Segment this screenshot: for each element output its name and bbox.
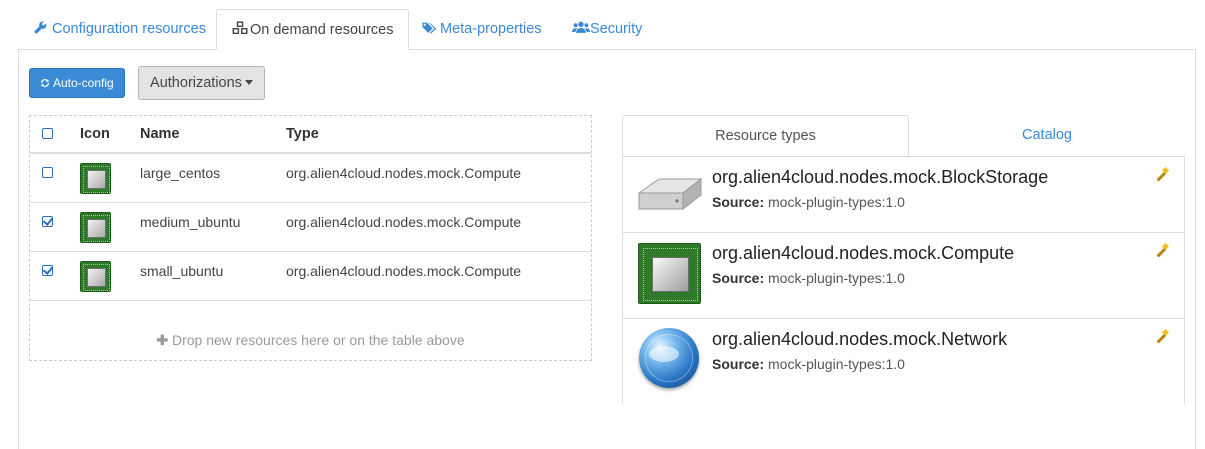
source-label: Source: [712, 270, 765, 286]
tab-configuration-resources[interactable]: Configuration resources [19, 9, 221, 50]
list-item[interactable]: org.alien4cloud.nodes.mock.Network Sourc… [623, 318, 1184, 404]
tab-label: Resource types [715, 128, 816, 144]
wrench-icon [34, 10, 50, 50]
tab-resource-types[interactable]: Resource types [622, 115, 909, 157]
compute-chip-icon [80, 261, 111, 292]
resource-type-source: Source: mock-plugin-types:1.0 [712, 194, 905, 210]
tab-security[interactable]: Security [557, 9, 657, 50]
magic-wand-icon[interactable] [1155, 330, 1169, 344]
magic-wand-icon[interactable] [1155, 168, 1169, 182]
tab-label: Catalog [1022, 127, 1072, 143]
tab-label: On demand resources [250, 22, 394, 38]
block-storage-icon [637, 171, 703, 215]
resource-type-source: Source: mock-plugin-types:1.0 [712, 270, 905, 286]
tab-label: Meta-properties [440, 21, 542, 37]
compute-chip-icon [638, 243, 701, 304]
auto-config-label: Auto-config [52, 76, 114, 90]
row-name: medium_ubuntu [140, 214, 241, 230]
table-row[interactable]: medium_ubuntu org.alien4cloud.nodes.mock… [30, 203, 591, 252]
top-tabs: Configuration resources On demand resour… [0, 0, 1205, 50]
row-type: org.alien4cloud.nodes.mock.Compute [286, 263, 522, 279]
tags-icon [422, 10, 438, 50]
network-globe-icon [639, 328, 699, 388]
source-value: mock-plugin-types:1.0 [768, 194, 905, 210]
row-type: org.alien4cloud.nodes.mock.Compute [286, 165, 522, 181]
authorizations-label: Authorizations [150, 75, 242, 91]
row-checkbox[interactable] [42, 216, 53, 227]
row-name: small_ubuntu [140, 263, 224, 279]
drop-hint: ✚ Drop new resources here or on the tabl… [30, 332, 591, 349]
cubes-icon [232, 11, 248, 51]
authorizations-dropdown-button[interactable]: Authorizations [138, 66, 265, 100]
magic-wand-icon[interactable] [1155, 244, 1169, 258]
select-all-checkbox[interactable] [42, 128, 53, 139]
resource-source-tabs: Resource types Catalog [622, 115, 1185, 157]
refresh-icon [40, 76, 53, 90]
source-label: Source: [712, 194, 765, 210]
users-icon [572, 10, 590, 50]
row-checkbox[interactable] [42, 265, 53, 276]
source-value: mock-plugin-types:1.0 [768, 356, 905, 372]
resource-type-title: org.alien4cloud.nodes.mock.Compute [712, 243, 1015, 263]
table-row[interactable]: large_centos org.alien4cloud.nodes.mock.… [30, 154, 591, 203]
plus-icon: ✚ [156, 332, 169, 348]
source-value: mock-plugin-types:1.0 [768, 270, 905, 286]
resource-type-title: org.alien4cloud.nodes.mock.Network [712, 329, 1008, 349]
tab-on-demand-resources[interactable]: On demand resources [216, 9, 410, 51]
list-item[interactable]: org.alien4cloud.nodes.mock.Compute Sourc… [623, 232, 1184, 308]
compute-chip-icon [80, 212, 111, 243]
compute-chip-icon [80, 163, 111, 194]
row-type: org.alien4cloud.nodes.mock.Compute [286, 214, 522, 230]
list-item[interactable]: org.alien4cloud.nodes.mock.BlockStorage … [623, 156, 1184, 232]
row-name: large_centos [140, 165, 221, 181]
tab-label: Configuration resources [52, 21, 206, 37]
header-name: Name [140, 126, 180, 142]
table-row[interactable]: small_ubuntu org.alien4cloud.nodes.mock.… [30, 252, 591, 301]
resource-type-title: org.alien4cloud.nodes.mock.BlockStorage [712, 167, 1049, 187]
row-checkbox[interactable] [42, 167, 53, 178]
source-label: Source: [712, 356, 765, 372]
tab-label: Security [590, 21, 643, 37]
caret-down-icon [244, 80, 253, 85]
tab-meta-properties[interactable]: Meta-properties [407, 9, 557, 50]
resources-table-dropzone[interactable]: Icon Name Type large_centos org.alien4cl… [29, 115, 592, 361]
table-header: Icon Name Type [30, 116, 591, 154]
header-type: Type [286, 126, 319, 142]
tab-catalog[interactable]: Catalog [909, 115, 1185, 157]
drop-hint-text: Drop new resources here or on the table … [172, 332, 465, 348]
resource-type-source: Source: mock-plugin-types:1.0 [712, 356, 905, 372]
resource-types-list: org.alien4cloud.nodes.mock.BlockStorage … [622, 156, 1185, 404]
auto-config-button[interactable]: Auto-config [29, 68, 125, 98]
header-icon: Icon [80, 126, 110, 142]
